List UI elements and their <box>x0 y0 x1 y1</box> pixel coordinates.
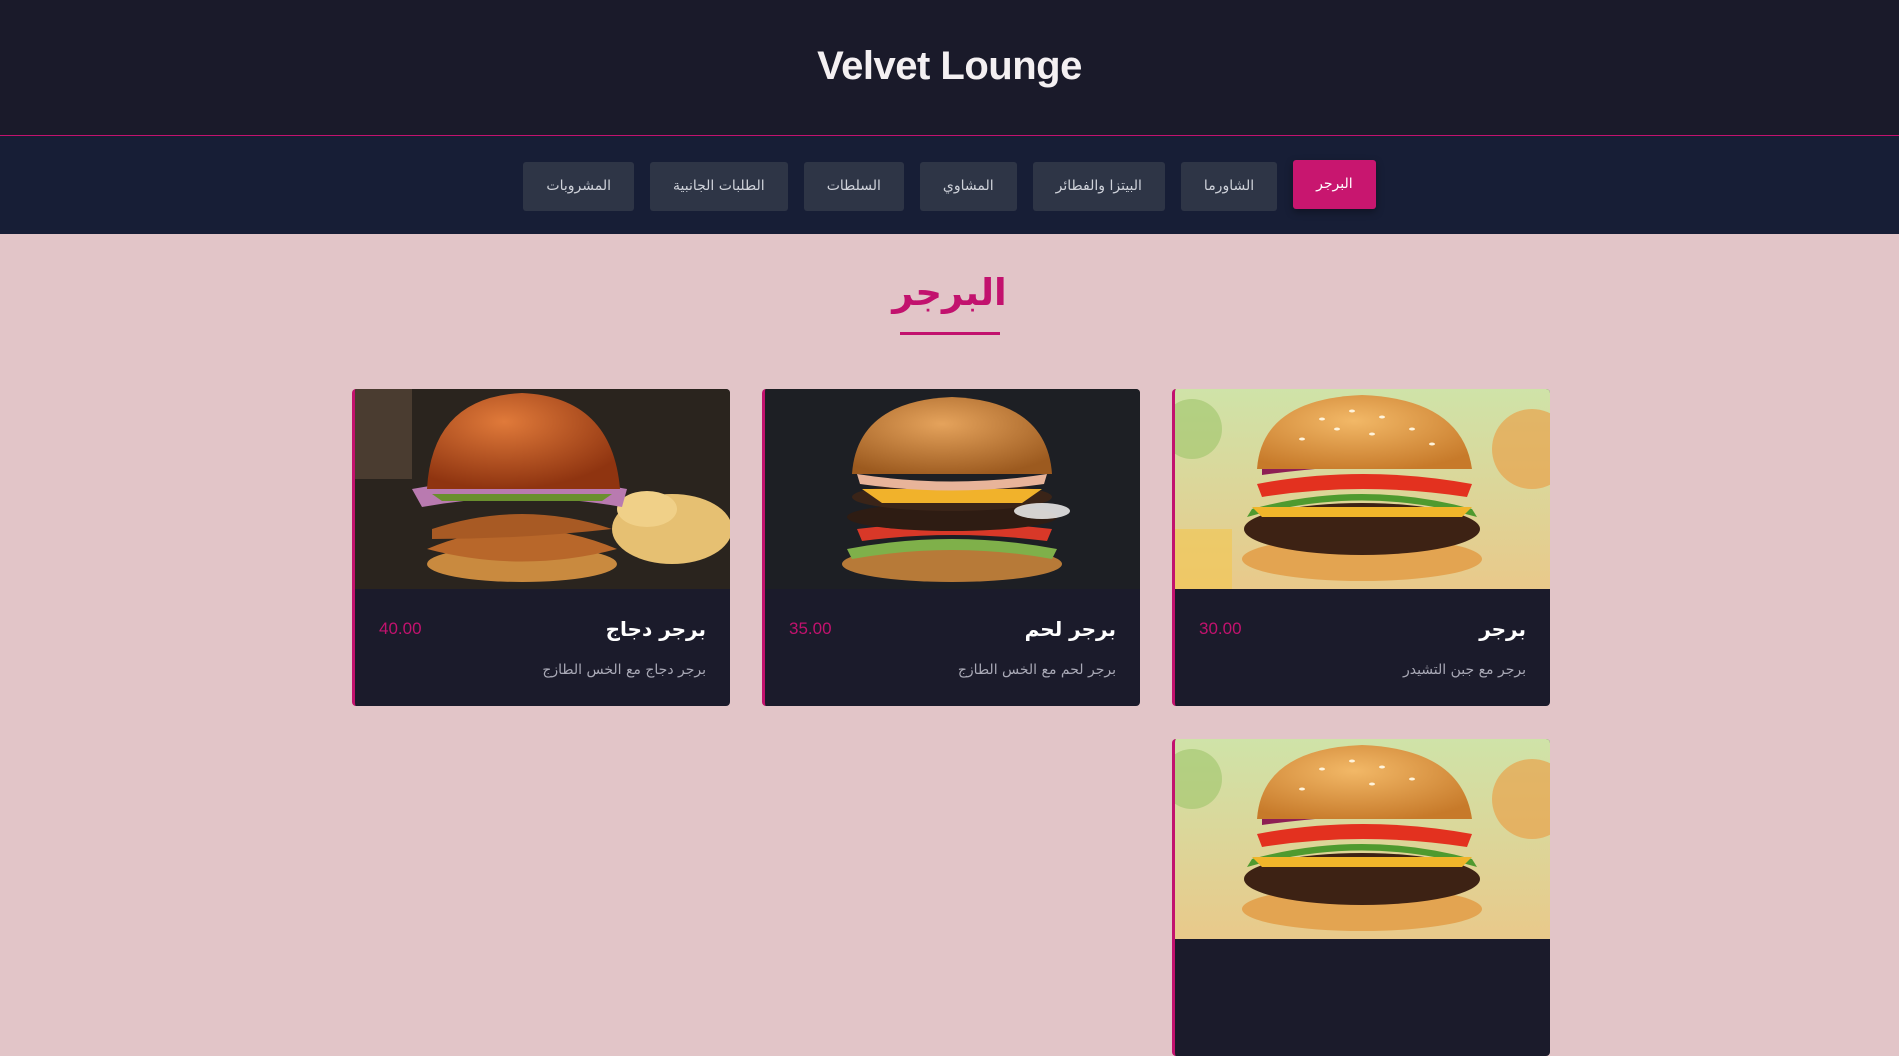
site-title: Velvet Lounge <box>817 44 1082 88</box>
nav-item-drinks[interactable]: المشروبات <box>523 161 634 211</box>
nav-item-grills[interactable]: المشاوي <box>919 161 1017 211</box>
item-name: برجر لحم <box>1024 617 1116 641</box>
category-nav: البرجر الشاورما البيتزا والفطائر المشاوي… <box>0 136 1899 234</box>
chicken-burger-photo <box>355 389 730 589</box>
menu-card[interactable]: برجر 30.00 برجر مع جبن التشيدر <box>1172 389 1550 706</box>
nav-item-sides[interactable]: الطلبات الجانبية <box>649 161 788 211</box>
nav-item-burger[interactable]: البرجر <box>1293 159 1376 209</box>
item-description: برجر دجاج مع الخس الطازج <box>542 662 706 678</box>
item-description: برجر لحم مع الخس الطازج <box>957 662 1116 678</box>
double-beef-burger-photo <box>765 389 1140 589</box>
item-name: برجر دجاج <box>605 617 706 641</box>
menu-card[interactable] <box>1172 739 1550 1056</box>
site-header: Velvet Lounge <box>0 0 1899 136</box>
beef-burger-photo <box>1175 389 1550 589</box>
nav-item-pizza-pies[interactable]: البيتزا والفطائر <box>1032 161 1165 211</box>
menu-card[interactable]: برجر دجاج 40.00 برجر دجاج مع الخس الطازج <box>352 389 730 706</box>
item-price: 35.00 <box>789 619 832 638</box>
item-description: برجر مع جبن التشيدر <box>1402 662 1526 678</box>
section-underline <box>899 332 1000 335</box>
item-price: 30.00 <box>1199 619 1242 638</box>
beef-burger-photo <box>1175 739 1550 939</box>
item-price: 40.00 <box>379 619 422 638</box>
item-name: برجر <box>1479 617 1526 641</box>
nav-item-salads[interactable]: السلطات <box>803 161 904 211</box>
menu-grid: برجر 30.00 برجر مع جبن التشيدر برجر لحم … <box>351 389 1550 1056</box>
section-heading: البرجر <box>0 274 1899 335</box>
nav-item-shawarma[interactable]: الشاورما <box>1180 161 1278 211</box>
section-title: البرجر <box>892 271 1007 314</box>
menu-card[interactable]: برجر لحم 35.00 برجر لحم مع الخس الطازج <box>762 389 1140 706</box>
